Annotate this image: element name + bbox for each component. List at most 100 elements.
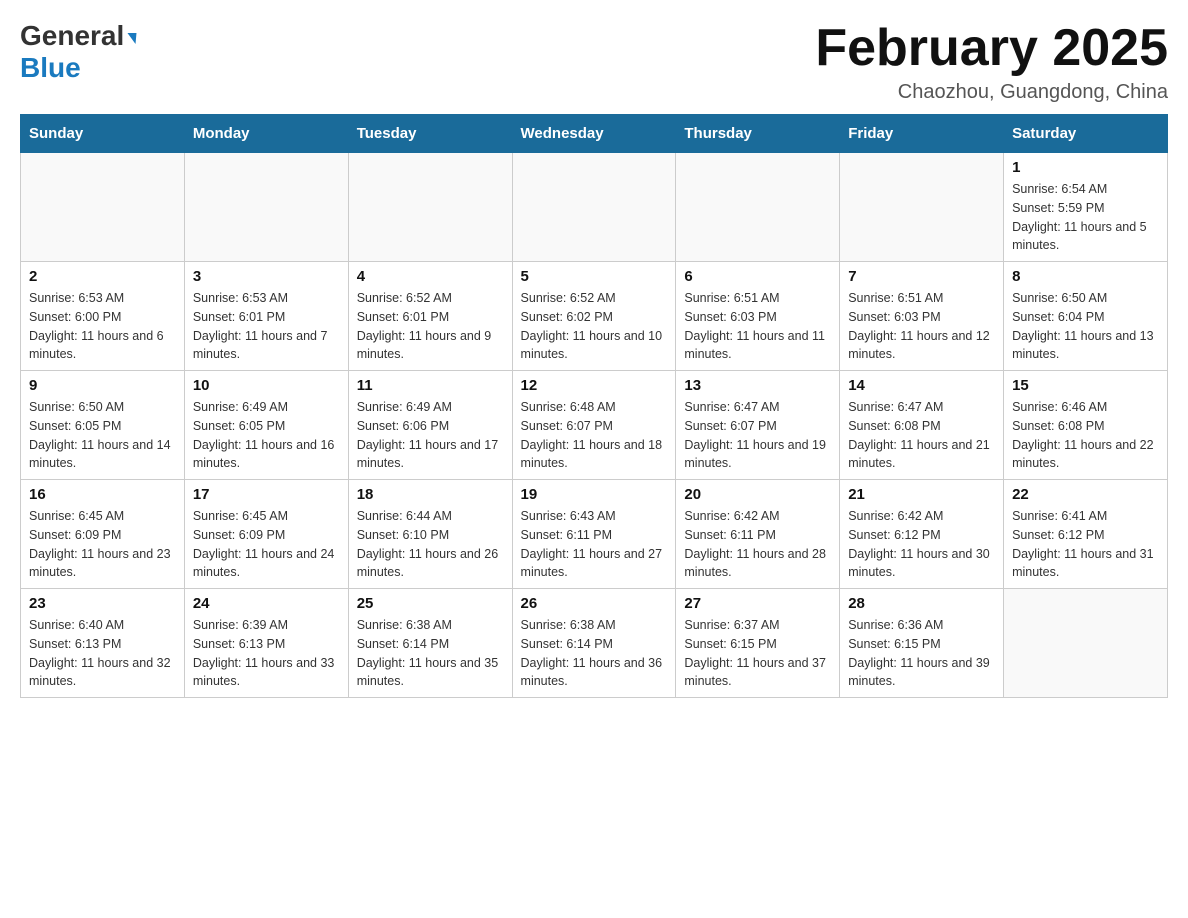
day-number: 3 bbox=[193, 268, 340, 285]
title-block: February 2025 Chaozhou, Guangdong, China bbox=[815, 20, 1168, 104]
day-info: Sunrise: 6:45 AM Sunset: 6:09 PM Dayligh… bbox=[193, 507, 340, 582]
calendar-table: SundayMondayTuesdayWednesdayThursdayFrid… bbox=[20, 114, 1168, 698]
day-header-friday: Friday bbox=[840, 115, 1004, 153]
calendar-cell: 8 Sunrise: 6:50 AM Sunset: 6:04 PM Daylig… bbox=[1004, 262, 1168, 371]
day-info: Sunrise: 6:53 AM Sunset: 6:00 PM Dayligh… bbox=[29, 289, 176, 364]
calendar-cell: 18 Sunrise: 6:44 AM Sunset: 6:10 PM Dayli… bbox=[348, 480, 512, 589]
day-number: 28 bbox=[848, 595, 995, 612]
day-info: Sunrise: 6:47 AM Sunset: 6:07 PM Dayligh… bbox=[684, 398, 831, 473]
day-number: 20 bbox=[684, 486, 831, 503]
calendar-cell bbox=[21, 153, 185, 262]
day-number: 22 bbox=[1012, 486, 1159, 503]
day-info: Sunrise: 6:44 AM Sunset: 6:10 PM Dayligh… bbox=[357, 507, 504, 582]
calendar-cell bbox=[184, 153, 348, 262]
calendar-cell: 1 Sunrise: 6:54 AM Sunset: 5:59 PM Daylig… bbox=[1004, 153, 1168, 262]
day-number: 27 bbox=[684, 595, 831, 612]
calendar-cell: 15 Sunrise: 6:46 AM Sunset: 6:08 PM Dayli… bbox=[1004, 371, 1168, 480]
calendar-cell: 24Sunrise: 6:39 AM Sunset: 6:13 PM Dayli… bbox=[184, 589, 348, 698]
logo-general-text: General bbox=[20, 20, 124, 52]
day-header-wednesday: Wednesday bbox=[512, 115, 676, 153]
calendar-cell bbox=[676, 153, 840, 262]
day-info: Sunrise: 6:50 AM Sunset: 6:04 PM Dayligh… bbox=[1012, 289, 1159, 364]
calendar-cell: 14Sunrise: 6:47 AM Sunset: 6:08 PM Dayli… bbox=[840, 371, 1004, 480]
day-info: Sunrise: 6:40 AM Sunset: 6:13 PM Dayligh… bbox=[29, 616, 176, 691]
calendar-cell: 4 Sunrise: 6:52 AM Sunset: 6:01 PM Daylig… bbox=[348, 262, 512, 371]
day-info: Sunrise: 6:52 AM Sunset: 6:02 PM Dayligh… bbox=[521, 289, 668, 364]
day-header-monday: Monday bbox=[184, 115, 348, 153]
day-number: 1 bbox=[1012, 159, 1159, 176]
day-number: 21 bbox=[848, 486, 995, 503]
day-number: 8 bbox=[1012, 268, 1159, 285]
calendar-cell: 7 Sunrise: 6:51 AM Sunset: 6:03 PM Daylig… bbox=[840, 262, 1004, 371]
calendar-week-5: 23Sunrise: 6:40 AM Sunset: 6:13 PM Dayli… bbox=[21, 589, 1168, 698]
day-header-thursday: Thursday bbox=[676, 115, 840, 153]
day-info: Sunrise: 6:38 AM Sunset: 6:14 PM Dayligh… bbox=[357, 616, 504, 691]
calendar-week-3: 9 Sunrise: 6:50 AM Sunset: 6:05 PM Daylig… bbox=[21, 371, 1168, 480]
day-info: Sunrise: 6:49 AM Sunset: 6:06 PM Dayligh… bbox=[357, 398, 504, 473]
calendar-cell: 21 Sunrise: 6:42 AM Sunset: 6:12 PM Dayli… bbox=[840, 480, 1004, 589]
calendar-cell: 23Sunrise: 6:40 AM Sunset: 6:13 PM Dayli… bbox=[21, 589, 185, 698]
day-info: Sunrise: 6:38 AM Sunset: 6:14 PM Dayligh… bbox=[521, 616, 668, 691]
day-header-tuesday: Tuesday bbox=[348, 115, 512, 153]
day-number: 25 bbox=[357, 595, 504, 612]
day-number: 15 bbox=[1012, 377, 1159, 394]
calendar-cell: 3 Sunrise: 6:53 AM Sunset: 6:01 PM Daylig… bbox=[184, 262, 348, 371]
day-info: Sunrise: 6:43 AM Sunset: 6:11 PM Dayligh… bbox=[521, 507, 668, 582]
day-info: Sunrise: 6:41 AM Sunset: 6:12 PM Dayligh… bbox=[1012, 507, 1159, 582]
calendar-cell: 22 Sunrise: 6:41 AM Sunset: 6:12 PM Dayli… bbox=[1004, 480, 1168, 589]
calendar-cell bbox=[1004, 589, 1168, 698]
calendar-cell: 12 Sunrise: 6:48 AM Sunset: 6:07 PM Dayli… bbox=[512, 371, 676, 480]
day-info: Sunrise: 6:46 AM Sunset: 6:08 PM Dayligh… bbox=[1012, 398, 1159, 473]
calendar-cell: 9 Sunrise: 6:50 AM Sunset: 6:05 PM Daylig… bbox=[21, 371, 185, 480]
calendar-cell: 5Sunrise: 6:52 AM Sunset: 6:02 PM Daylig… bbox=[512, 262, 676, 371]
day-number: 26 bbox=[521, 595, 668, 612]
calendar-cell: 6Sunrise: 6:51 AM Sunset: 6:03 PM Daylig… bbox=[676, 262, 840, 371]
calendar-cell: 2 Sunrise: 6:53 AM Sunset: 6:00 PM Daylig… bbox=[21, 262, 185, 371]
day-number: 7 bbox=[848, 268, 995, 285]
day-info: Sunrise: 6:50 AM Sunset: 6:05 PM Dayligh… bbox=[29, 398, 176, 473]
calendar-cell bbox=[348, 153, 512, 262]
day-number: 13 bbox=[684, 377, 831, 394]
day-number: 18 bbox=[357, 486, 504, 503]
day-number: 24 bbox=[193, 595, 340, 612]
day-info: Sunrise: 6:52 AM Sunset: 6:01 PM Dayligh… bbox=[357, 289, 504, 364]
day-number: 12 bbox=[521, 377, 668, 394]
day-header-saturday: Saturday bbox=[1004, 115, 1168, 153]
day-number: 19 bbox=[521, 486, 668, 503]
day-number: 17 bbox=[193, 486, 340, 503]
day-header-sunday: Sunday bbox=[21, 115, 185, 153]
day-number: 4 bbox=[357, 268, 504, 285]
calendar-cell: 16Sunrise: 6:45 AM Sunset: 6:09 PM Dayli… bbox=[21, 480, 185, 589]
day-number: 2 bbox=[29, 268, 176, 285]
day-info: Sunrise: 6:53 AM Sunset: 6:01 PM Dayligh… bbox=[193, 289, 340, 364]
logo-arrow-icon bbox=[127, 33, 137, 44]
day-info: Sunrise: 6:37 AM Sunset: 6:15 PM Dayligh… bbox=[684, 616, 831, 691]
day-info: Sunrise: 6:49 AM Sunset: 6:05 PM Dayligh… bbox=[193, 398, 340, 473]
page-header: General Blue February 2025 Chaozhou, Gua… bbox=[20, 20, 1168, 104]
calendar-header: SundayMondayTuesdayWednesdayThursdayFrid… bbox=[21, 115, 1168, 153]
day-number: 9 bbox=[29, 377, 176, 394]
calendar-subtitle: Chaozhou, Guangdong, China bbox=[815, 81, 1168, 104]
calendar-cell: 28 Sunrise: 6:36 AM Sunset: 6:15 PM Dayli… bbox=[840, 589, 1004, 698]
day-info: Sunrise: 6:42 AM Sunset: 6:12 PM Dayligh… bbox=[848, 507, 995, 582]
day-number: 10 bbox=[193, 377, 340, 394]
calendar-cell: 27 Sunrise: 6:37 AM Sunset: 6:15 PM Dayli… bbox=[676, 589, 840, 698]
calendar-cell: 20 Sunrise: 6:42 AM Sunset: 6:11 PM Dayli… bbox=[676, 480, 840, 589]
calendar-week-2: 2 Sunrise: 6:53 AM Sunset: 6:00 PM Daylig… bbox=[21, 262, 1168, 371]
day-info: Sunrise: 6:54 AM Sunset: 5:59 PM Dayligh… bbox=[1012, 180, 1159, 255]
day-info: Sunrise: 6:51 AM Sunset: 6:03 PM Dayligh… bbox=[848, 289, 995, 364]
day-info: Sunrise: 6:42 AM Sunset: 6:11 PM Dayligh… bbox=[684, 507, 831, 582]
day-info: Sunrise: 6:47 AM Sunset: 6:08 PM Dayligh… bbox=[848, 398, 995, 473]
calendar-week-1: 1 Sunrise: 6:54 AM Sunset: 5:59 PM Daylig… bbox=[21, 153, 1168, 262]
logo-blue-text: Blue bbox=[20, 52, 81, 84]
day-number: 6 bbox=[684, 268, 831, 285]
day-info: Sunrise: 6:48 AM Sunset: 6:07 PM Dayligh… bbox=[521, 398, 668, 473]
calendar-title: February 2025 bbox=[815, 20, 1168, 77]
logo: General Blue bbox=[20, 20, 136, 84]
calendar-cell: 25 Sunrise: 6:38 AM Sunset: 6:14 PM Dayli… bbox=[348, 589, 512, 698]
days-header-row: SundayMondayTuesdayWednesdayThursdayFrid… bbox=[21, 115, 1168, 153]
day-number: 16 bbox=[29, 486, 176, 503]
calendar-cell: 17 Sunrise: 6:45 AM Sunset: 6:09 PM Dayli… bbox=[184, 480, 348, 589]
calendar-week-4: 16 Sunrise: 6:45 AM Sunset: 6:09 PM Dayli… bbox=[21, 480, 1168, 589]
day-info: Sunrise: 6:36 AM Sunset: 6:15 PM Dayligh… bbox=[848, 616, 995, 691]
